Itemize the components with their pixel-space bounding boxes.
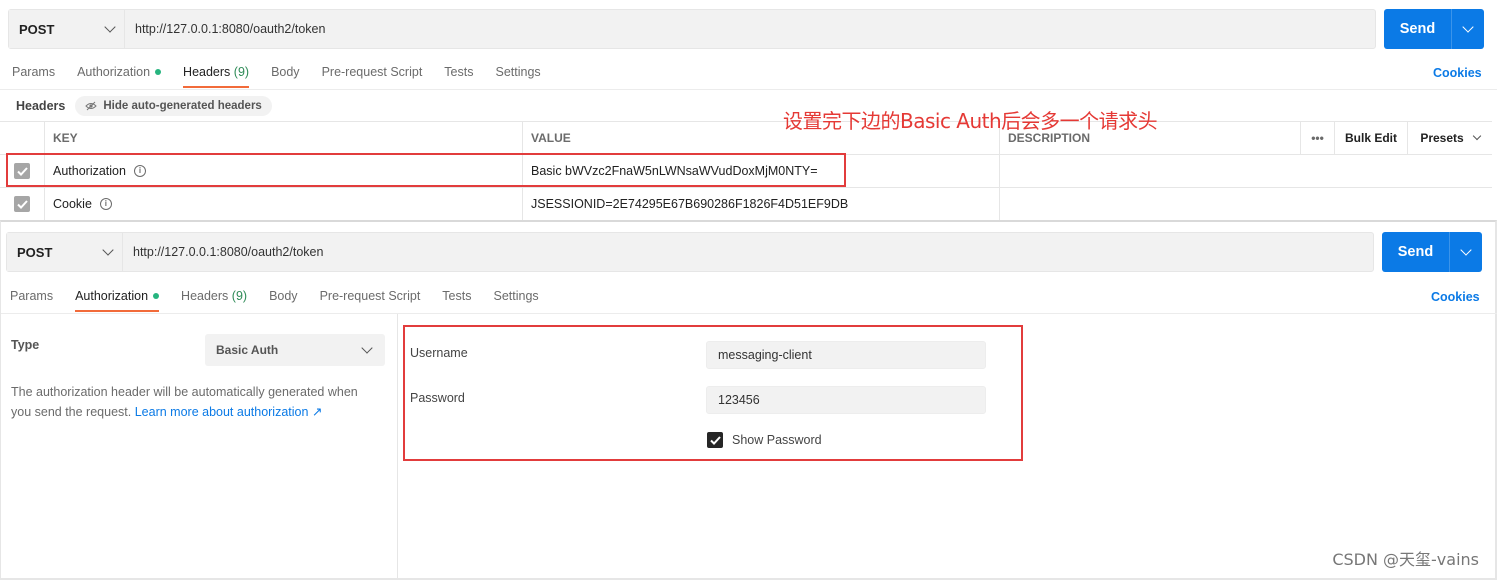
tab-label: Settings <box>493 289 539 303</box>
tab-label: Body <box>269 289 298 303</box>
url-input[interactable]: http://127.0.0.1:8080/oauth2/token <box>125 22 325 36</box>
tab-label: Headers <box>181 289 229 303</box>
cookies-link[interactable]: Cookies <box>1433 66 1482 80</box>
url-bar: POST http://127.0.0.1:8080/oauth2/token <box>6 232 1374 272</box>
row-description-cell[interactable] <box>1000 188 1492 220</box>
header-check-col <box>0 122 45 154</box>
tab-pre-request-script[interactable]: Pre-request Script <box>322 65 423 86</box>
highlight-box <box>403 325 1023 461</box>
chevron-down-icon <box>102 244 114 256</box>
auth-type-value: Basic Auth <box>216 343 279 357</box>
send-button-group: Send <box>1384 9 1484 49</box>
tab-label: Params <box>10 289 54 303</box>
tab-settings[interactable]: Settings <box>493 289 538 310</box>
tab-params[interactable]: Params <box>10 289 53 310</box>
chevron-down-icon <box>361 342 373 354</box>
more-options-button[interactable]: ••• <box>1301 122 1335 154</box>
tab-settings[interactable]: Settings <box>495 65 540 86</box>
auth-description: The authorization header will be automat… <box>11 382 381 422</box>
tab-label: Tests <box>444 65 474 79</box>
tab-label: Params <box>12 65 56 79</box>
method-select[interactable]: POST <box>9 10 125 48</box>
tab-label: Body <box>271 65 300 79</box>
method-label: POST <box>19 21 55 37</box>
send-button[interactable]: Send <box>1384 9 1452 49</box>
annotation-text: 设置完下边的Basic Auth后会多一个请求头 <box>783 109 1158 133</box>
highlight-box <box>6 153 846 187</box>
table-header-row: KEY VALUE DESCRIPTION ••• Bulk Edit Pres… <box>0 122 1492 155</box>
info-icon: i <box>99 198 112 210</box>
send-dropdown[interactable] <box>1452 9 1484 49</box>
tab-tests[interactable]: Tests <box>442 289 471 310</box>
tab-label: Tests <box>442 289 472 303</box>
tab-headers[interactable]: Headers (9) <box>183 65 250 88</box>
bulk-edit-button[interactable]: Bulk Edit <box>1335 122 1408 154</box>
headers-label: Headers <box>16 99 66 113</box>
auth-type-label: Type <box>11 338 40 352</box>
cookies-link[interactable]: Cookies <box>1431 290 1480 304</box>
request-tabs: Params Authorization Headers (9) Body Pr… <box>12 65 563 95</box>
bottom-request-panel: POST http://127.0.0.1:8080/oauth2/token … <box>0 220 1497 580</box>
divider <box>0 89 1497 90</box>
tab-label: Authorization <box>75 289 149 303</box>
tab-label: Pre-request Script <box>321 65 423 79</box>
send-button[interactable]: Send <box>1382 232 1450 272</box>
hide-auto-headers-button[interactable]: Hide auto-generated headers <box>75 96 272 116</box>
tab-params[interactable]: Params <box>12 65 55 86</box>
chevron-down-icon <box>1472 131 1481 141</box>
row-key-cell[interactable]: Cookie i <box>45 188 523 220</box>
chevron-down-icon <box>1462 21 1474 33</box>
learn-more-link[interactable]: Learn more about authorization ↗ <box>135 405 323 419</box>
send-button-group: Send <box>1382 232 1482 272</box>
hide-auto-headers-label: Hide auto-generated headers <box>103 100 262 112</box>
tab-tests[interactable]: Tests <box>444 65 473 86</box>
eye-off-icon <box>85 101 98 111</box>
tab-body[interactable]: Body <box>271 65 300 86</box>
tab-pre-request-script[interactable]: Pre-request Script <box>320 289 421 310</box>
tab-label: Authorization <box>77 65 151 79</box>
tab-label: Settings <box>495 65 541 79</box>
url-bar: POST http://127.0.0.1:8080/oauth2/token <box>8 9 1376 49</box>
column-header-key: KEY <box>45 122 523 154</box>
headers-subheader: Headers Hide auto-generated headers <box>16 96 272 116</box>
tab-authorization[interactable]: Authorization <box>75 289 160 312</box>
table-row: Cookie i JSESSIONID=2E74295E67B690286F182… <box>0 188 1492 221</box>
method-select[interactable]: POST <box>7 233 123 271</box>
auth-type-select[interactable]: Basic Auth <box>205 334 385 366</box>
presets-dropdown[interactable]: Presets <box>1408 122 1492 154</box>
top-request-panel: POST http://127.0.0.1:8080/oauth2/token … <box>0 0 1497 221</box>
status-dot <box>153 292 160 299</box>
row-description-cell[interactable] <box>1000 155 1492 187</box>
tab-authorization[interactable]: Authorization <box>77 65 162 86</box>
row-value-cell[interactable]: JSESSIONID=2E74295E67B690286F1826F4D51EF… <box>523 188 1000 220</box>
tab-count: (9) <box>231 289 248 303</box>
method-label: POST <box>17 244 53 260</box>
url-input[interactable]: http://127.0.0.1:8080/oauth2/token <box>123 245 323 259</box>
send-dropdown[interactable] <box>1450 232 1482 272</box>
row-key: Cookie <box>53 197 92 211</box>
chevron-down-icon <box>104 21 116 33</box>
watermark: CSDN @天玺-vains <box>1332 550 1479 569</box>
divider <box>1 313 1497 314</box>
tab-label: Headers <box>183 65 231 79</box>
tab-label: Pre-request Script <box>319 289 421 303</box>
request-tabs: Params Authorization Headers (9) Body Pr… <box>10 289 561 319</box>
tab-body[interactable]: Body <box>269 289 298 310</box>
tab-count: (9) <box>233 65 250 79</box>
status-dot <box>155 68 162 75</box>
tab-headers[interactable]: Headers (9) <box>181 289 247 310</box>
vertical-divider <box>397 314 398 580</box>
checkbox-checked-icon <box>14 196 30 212</box>
row-checkbox[interactable] <box>0 188 45 220</box>
presets-label: Presets <box>1420 131 1464 145</box>
chevron-down-icon <box>1460 244 1472 256</box>
